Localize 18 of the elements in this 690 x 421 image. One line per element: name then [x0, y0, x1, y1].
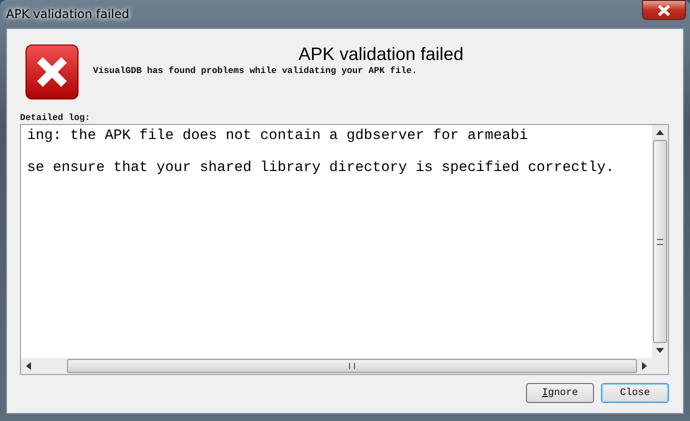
window-title: APK validation failed [6, 7, 130, 21]
log-text-area[interactable]: ing: the APK file does not contain a gdbserver for armeabi se ensure that your shared library directory is specified correctly. [20, 124, 669, 375]
scroll-down-icon [656, 348, 664, 353]
log-label: Detailed log: [20, 113, 92, 124]
scroll-right-icon [642, 362, 647, 370]
dialog-button[interactable]: Close [601, 383, 669, 403]
scroll-left-icon [26, 362, 31, 370]
log-line: se ensure that your shared library directory is specified correctly. [27, 160, 616, 176]
dialog-button[interactable]: Ignore [526, 383, 594, 403]
log-line: ing: the APK file does not contain a gdbserver for armeabi [27, 128, 529, 144]
vertical-scrollbar[interactable] [652, 125, 668, 358]
horizontal-scrollbar[interactable] [21, 358, 668, 374]
scroll-up-icon [656, 130, 664, 135]
close-button[interactable] [642, 0, 686, 20]
close-icon [657, 4, 671, 16]
dialog-heading: APK validation failed [297, 44, 465, 65]
message-text: VisualGDB has found problems while validating your APK file. [93, 66, 418, 76]
error-icon [25, 44, 79, 100]
